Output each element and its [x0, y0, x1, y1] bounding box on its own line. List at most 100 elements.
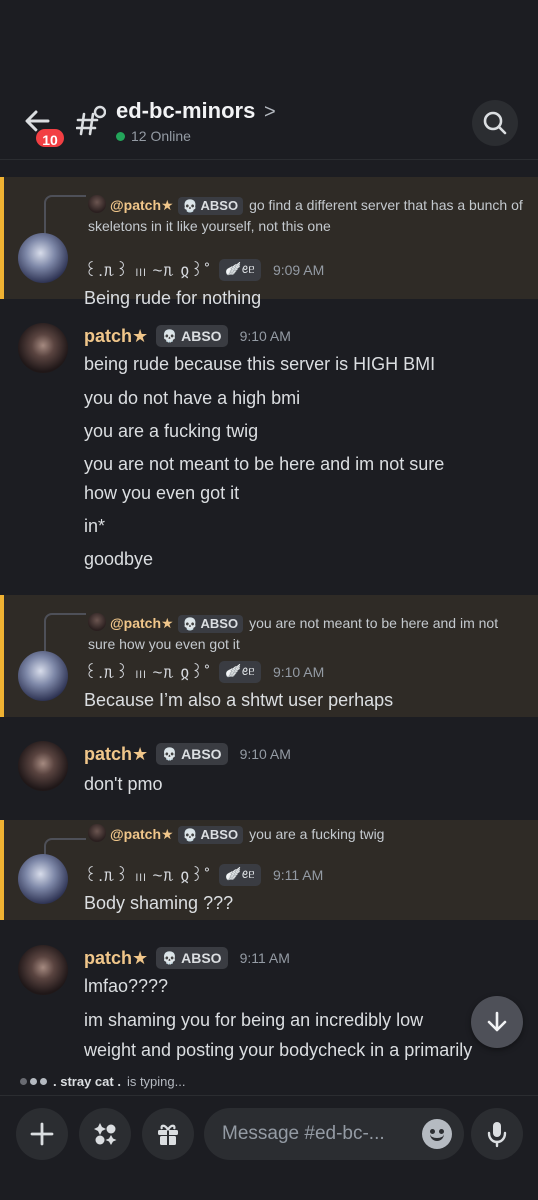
- message[interactable]: patch★ 💀 ABSO 9:10 AM being rude because …: [0, 313, 538, 583]
- online-count: 12 Online: [116, 128, 191, 144]
- skull-icon: 💀: [182, 617, 198, 631]
- avatar[interactable]: [18, 741, 68, 791]
- message-header: patch★ 💀 ABSO 9:11 AM: [84, 947, 290, 969]
- reply-author: @patch★: [110, 197, 174, 213]
- message-header: ꒰.ᥰ꒱ ₗₗₗ ~ᥰ ჲ꒱˚ 🪽ꫀᥱ 9:11 AM: [84, 864, 323, 886]
- reply-author: @patch★: [110, 615, 174, 631]
- jump-to-latest-button[interactable]: [471, 996, 523, 1048]
- message-reply[interactable]: @patch★ 💀 ABSO go find a different server t…: [0, 177, 538, 308]
- unread-badge: 10: [34, 127, 66, 149]
- reply-avatar: [88, 824, 106, 842]
- avatar[interactable]: [18, 233, 68, 283]
- reply-preview[interactable]: @patch★ 💀 ABSO you are a fucking twig: [88, 824, 528, 845]
- author-tag: 🪽ꫀᥱ: [219, 864, 261, 886]
- message-text: you are a fucking twig: [84, 421, 259, 441]
- reply-connector: [44, 195, 86, 235]
- avatar[interactable]: [18, 323, 68, 373]
- typing-indicator: . stray cat . is typing...: [20, 1070, 520, 1092]
- timestamp: 9:11 AM: [239, 950, 290, 966]
- author-name[interactable]: ꒰.ᥰ꒱ ₗₗₗ ~ᥰ ჲ꒱˚: [84, 864, 211, 886]
- author-tag: 🪽ꫀᥱ: [219, 661, 261, 683]
- avatar[interactable]: [18, 854, 68, 904]
- message-reply[interactable]: @patch★ 💀 ABSO you are not meant to be here…: [0, 595, 538, 717]
- reply-tag: 💀 ABSO: [177, 615, 244, 633]
- message-text: you are not meant to be here and im not …: [84, 454, 445, 474]
- author-name[interactable]: patch★: [84, 326, 148, 347]
- arrow-down-icon: [487, 1011, 507, 1032]
- avatar[interactable]: [18, 945, 68, 995]
- online-status-dot: [116, 131, 125, 141]
- author-name[interactable]: patch★: [84, 744, 148, 765]
- online-count-label: 12 Online: [131, 128, 191, 144]
- reply-preview[interactable]: @patch★ 💀 ABSO go find a different server t…: [88, 195, 528, 237]
- author-name[interactable]: patch★: [84, 948, 148, 969]
- microphone-icon: [487, 1122, 507, 1148]
- timestamp: 9:10 AM: [272, 664, 325, 680]
- reply-author: @patch★: [110, 826, 174, 842]
- timestamp: 9:10 AM: [239, 328, 291, 344]
- message-text: Because I’m also a shtwt user perhaps: [84, 690, 394, 710]
- gift-icon: [158, 1124, 178, 1145]
- message[interactable]: patch★ 💀 ABSO 9:11 AM lmfao???? im shamin…: [0, 935, 538, 1069]
- message-header: patch★ 💀 ABSO 9:10 AM: [84, 743, 291, 765]
- apps-icon: [94, 1123, 117, 1145]
- search-button[interactable]: [472, 100, 518, 146]
- message-text: you do not have a high bmi: [84, 388, 301, 408]
- voice-message-button[interactable]: [471, 1108, 523, 1160]
- gift-button[interactable]: [142, 1108, 194, 1160]
- avatar[interactable]: [18, 651, 68, 701]
- text-channel-thread-icon: [76, 105, 106, 136]
- message-text: being rude because this server is HIGH B…: [84, 354, 436, 374]
- reply-preview[interactable]: @patch★ 💀 ABSO you are not meant to be here…: [88, 613, 528, 655]
- message-text: Body shaming ???: [84, 893, 234, 913]
- reply-tag: 💀 ABSO: [177, 826, 244, 844]
- channel-title[interactable]: ed-bc-minors: [116, 98, 255, 124]
- author-tag-label: ABSO: [181, 746, 222, 762]
- timestamp: 9:09 AM: [272, 262, 325, 278]
- message-reply[interactable]: @patch★ 💀 ABSO you are a fucking twig ꒰.ᥰ꒱ …: [0, 820, 538, 920]
- message-header: ꒰.ᥰ꒱ ₗₗₗ ~ᥰ ჲ꒱˚ 🪽ꫀᥱ 9:09 AM: [84, 259, 324, 281]
- reply-tag-label: ABSO: [200, 616, 239, 631]
- message-header: ꒰.ᥰ꒱ ₗₗₗ ~ᥰ ჲ꒱˚ 🪽ꫀᥱ 9:10 AM: [84, 661, 324, 683]
- author-name[interactable]: ꒰.ᥰ꒱ ₗₗₗ ~ᥰ ჲ꒱˚: [84, 259, 211, 281]
- message[interactable]: patch★ 💀 ABSO 9:10 AM don't pmo: [0, 731, 538, 801]
- reply-avatar: [88, 195, 106, 213]
- emoji-icon[interactable]: [422, 1119, 452, 1149]
- message-text: goodbye: [84, 549, 154, 569]
- channel-header: 10 ed-bc-minors > 12 Online: [0, 0, 538, 160]
- timestamp: 9:10 AM: [239, 746, 291, 762]
- message-list[interactable]: @patch★ 💀 ABSO go find a different server t…: [0, 161, 538, 1069]
- author-tag: 💀 ABSO: [156, 325, 228, 347]
- author-tag: 🪽ꫀᥱ: [219, 259, 261, 281]
- message-text: lmfao????: [84, 976, 169, 996]
- reply-tag-label: ABSO: [200, 827, 239, 842]
- message-text: don't pmo: [84, 774, 163, 794]
- chevron-right-icon[interactable]: >: [264, 101, 276, 124]
- message-composer: Message #ed-bc-...: [0, 1095, 538, 1200]
- author-tag-label: ABSO: [181, 950, 222, 966]
- search-icon: [483, 111, 507, 135]
- message-header: patch★ 💀 ABSO 9:10 AM: [84, 325, 291, 347]
- typing-dots-icon: [20, 1077, 47, 1085]
- skull-icon: 💀: [182, 199, 198, 213]
- message-text: Being rude for nothing: [84, 288, 262, 308]
- author-tag: 💀 ABSO: [156, 743, 228, 765]
- skull-icon: 💀: [162, 329, 178, 343]
- attach-button[interactable]: [16, 1108, 68, 1160]
- plus-icon: [30, 1122, 54, 1146]
- reply-avatar: [88, 613, 106, 631]
- typing-user: . stray cat .: [53, 1073, 121, 1089]
- author-name[interactable]: ꒰.ᥰ꒱ ₗₗₗ ~ᥰ ჲ꒱˚: [84, 661, 211, 683]
- skull-icon: 💀: [182, 828, 198, 842]
- typing-text: is typing...: [126, 1073, 186, 1089]
- message-text: im shaming you for being an incredibly l…: [84, 1010, 424, 1030]
- reply-text: you are a fucking twig: [249, 826, 385, 842]
- skull-icon: 💀: [162, 747, 178, 761]
- apps-button[interactable]: [79, 1108, 131, 1160]
- timestamp: 9:11 AM: [272, 867, 324, 883]
- reply-connector: [44, 613, 86, 653]
- message-text: weight and posting your bodycheck in a p…: [84, 1040, 473, 1060]
- message-input-placeholder: Message #ed-bc-...: [222, 1123, 385, 1144]
- message-text: in*: [84, 516, 106, 536]
- message-input[interactable]: Message #ed-bc-...: [204, 1108, 464, 1160]
